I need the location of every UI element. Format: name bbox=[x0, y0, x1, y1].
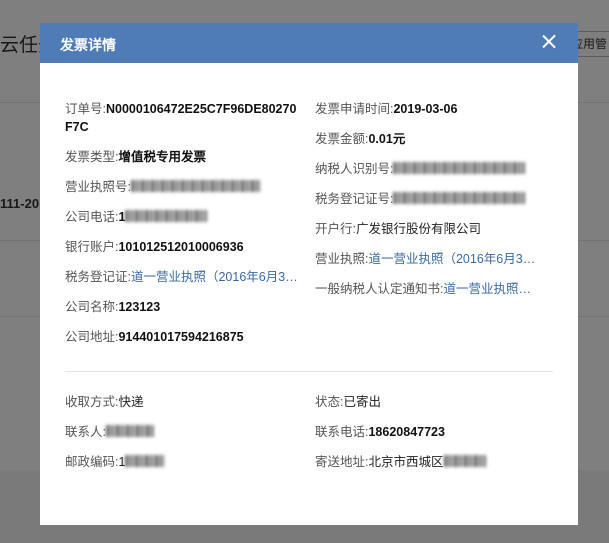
invoice-amount-field: 发票金额:0.01元 bbox=[315, 132, 406, 146]
contact-person-field: 联系人: bbox=[65, 423, 154, 441]
invoice-detail-modal: 发票详情 订单号:N0000106472E25C7F96DE80270F7C 发… bbox=[40, 23, 578, 525]
status-field: 状态:已寄出 bbox=[315, 395, 381, 409]
redacted-value bbox=[393, 192, 526, 204]
redacted-value bbox=[443, 455, 486, 467]
business-license-field: 营业执照号: bbox=[65, 178, 261, 196]
shipping-address-field: 寄送地址:北京市西城区 bbox=[315, 453, 486, 471]
delivery-method-field: 收取方式:快递 bbox=[65, 395, 144, 409]
redacted-value bbox=[130, 180, 261, 192]
bank-name-field: 开户行:广发银行股份有限公司 bbox=[315, 222, 481, 236]
redacted-value bbox=[125, 455, 166, 467]
apply-date-field: 发票申请时间:2019-03-06 bbox=[315, 102, 458, 116]
general-taxpayer-link[interactable]: 道一营业执照（2016年6月3日） bbox=[443, 280, 535, 298]
company-name-field: 公司名称:123123 bbox=[65, 300, 161, 314]
order-number-field: 订单号:N0000106472E25C7F96DE80270F7C bbox=[65, 102, 297, 134]
invoice-type-field: 发票类型:增值税专用发票 bbox=[65, 150, 206, 164]
contact-phone-field: 联系电话:18620847723 bbox=[315, 425, 445, 439]
company-phone-field: 公司电话:1 bbox=[65, 208, 208, 226]
business-license-link[interactable]: 道一营业执照（2016年6月3日） bbox=[368, 250, 538, 268]
modal-header: 发票详情 bbox=[40, 23, 578, 63]
status-badge: 已寄出 bbox=[343, 395, 381, 409]
business-license-link-field: 营业执照:道一营业执照（2016年6月3日） bbox=[315, 250, 539, 268]
tax-registration-link[interactable]: 道一营业执照（2016年6月3日） bbox=[131, 268, 301, 286]
company-address-field: 公司地址:914401017594216875 bbox=[65, 330, 244, 344]
bank-account-field: 银行账户:101012512010006936 bbox=[65, 240, 244, 254]
modal-title: 发票详情 bbox=[60, 37, 116, 53]
redacted-value bbox=[393, 162, 526, 174]
redacted-value bbox=[105, 425, 154, 437]
taxpayer-id-field: 纳税人识别号: bbox=[315, 160, 526, 178]
tax-registration-field: 税务登记证:道一营业执照（2016年6月3日） bbox=[65, 268, 301, 286]
redacted-value bbox=[125, 210, 208, 222]
postal-code-field: 邮政编码:1 bbox=[65, 453, 166, 471]
close-icon[interactable] bbox=[538, 31, 560, 53]
general-taxpayer-field: 一般纳税人认定通知书:道一营业执照（2016年6月3日） bbox=[315, 280, 536, 298]
section-divider bbox=[65, 371, 553, 372]
tax-registration-number-field: 税务登记证号: bbox=[315, 190, 526, 208]
